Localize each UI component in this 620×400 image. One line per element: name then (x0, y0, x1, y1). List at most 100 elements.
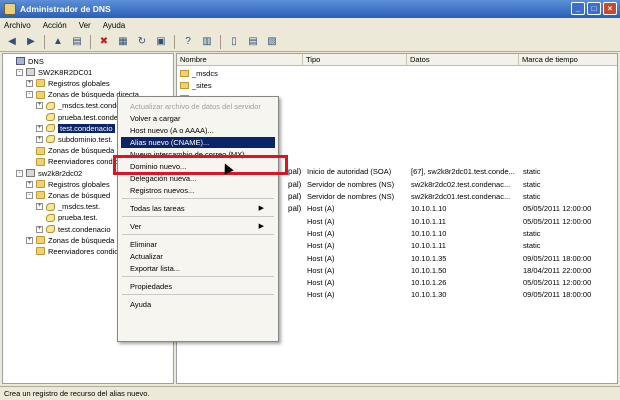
server-list-icon[interactable]: ▯ (226, 34, 242, 50)
menu-ayuda[interactable]: Ayuda (103, 21, 126, 30)
column-header-datos[interactable]: Datos (407, 54, 519, 66)
context-menu-item[interactable]: Exportar lista... (130, 263, 270, 274)
back-arrow-icon[interactable]: ◀ (4, 34, 20, 50)
list-row[interactable]: _sites (177, 80, 617, 91)
list-cell-time (523, 93, 617, 104)
context-menu-item[interactable]: Propiedades (130, 281, 270, 292)
folder-icon (36, 247, 45, 256)
close-button[interactable]: × (603, 2, 617, 15)
tree-node[interactable]: + Registros globales (26, 78, 110, 88)
properties-icon[interactable]: ▦ (115, 34, 131, 50)
export-list-icon[interactable]: ▣ (153, 34, 169, 50)
expand-icon[interactable]: + (36, 203, 43, 211)
zone-icon (46, 202, 55, 211)
list-cell-time: static (523, 166, 617, 177)
tree-node[interactable]: - SW2K8R2DC01 (16, 67, 92, 77)
list-cell-text: 09/05/2011 18:00:00 (523, 290, 592, 300)
collapse-icon[interactable]: - (16, 169, 23, 177)
up-folder-icon[interactable]: ▲ (50, 34, 66, 50)
context-menu-item[interactable]: Ayuda (130, 299, 270, 310)
tree-node[interactable]: DNS (6, 56, 44, 66)
expand-icon[interactable]: + (26, 236, 33, 244)
refresh-icon[interactable]: ↻ (134, 34, 150, 50)
folder-icon (36, 236, 45, 245)
toolbar-separator (174, 34, 175, 49)
dns-icon (16, 57, 25, 65)
collapse-icon[interactable]: - (26, 191, 33, 199)
expand-icon[interactable]: + (26, 180, 33, 188)
menu-archivo[interactable]: Archivo (4, 21, 31, 30)
tree-node-label: DNS (28, 56, 44, 66)
zone-icon (46, 124, 55, 133)
console-icon[interactable]: ▥ (199, 34, 215, 50)
list-cell-text: 10.10.1.26 (411, 278, 447, 288)
tree-node[interactable]: + test.condenacio (36, 224, 111, 234)
tree-node[interactable]: Reenviadores condic (26, 246, 118, 256)
expand-icon[interactable]: + (26, 79, 33, 87)
menu-separator (122, 198, 274, 199)
list-cell-data (411, 105, 519, 116)
tree-node[interactable]: - sw2k8r2dc02 (16, 168, 82, 178)
list-cell-data (411, 117, 519, 128)
tree-node[interactable]: Reenviadores condic (26, 157, 118, 167)
expand-icon[interactable]: + (36, 124, 43, 132)
forward-arrow-icon[interactable]: ▶ (23, 34, 39, 50)
help-icon[interactable]: ? (180, 34, 196, 50)
context-menu-item[interactable]: Ver ▶ (130, 221, 270, 232)
context-menu-item[interactable]: Dominio nuevo... (130, 161, 270, 172)
context-menu-item[interactable]: Registros nuevos... (130, 185, 270, 196)
list-cell-data: 10.10.1.11 (411, 216, 519, 227)
context-menu-item-label: Alias nuevo (CNAME)... (130, 138, 210, 147)
list-cell-data: 10.10.1.35 (411, 253, 519, 264)
filter-icon[interactable]: ▧ (264, 34, 280, 50)
list-cell-text: 18/04/2011 22:00:00 (523, 265, 592, 275)
expand-icon[interactable]: + (36, 102, 43, 110)
collapse-icon[interactable]: - (16, 68, 23, 76)
list-row[interactable]: _msdcs (177, 68, 617, 79)
window-title: Administrador de DNS (20, 4, 111, 14)
list-cell-text: sw2k8r2dc01.test.condenac... (411, 192, 511, 201)
delete-icon[interactable]: ✖ (96, 34, 112, 50)
tree-node[interactable]: + _msdcs.test. (36, 202, 100, 212)
maximize-button[interactable]: □ (587, 2, 601, 15)
collapse-icon[interactable]: - (26, 91, 33, 99)
context-menu-item[interactable]: Nuevo intercambio de correo (MX)... (130, 149, 270, 160)
list-cell-data (411, 68, 519, 79)
tree-node[interactable]: + Zonas de búsqueda (26, 235, 114, 245)
tree-node[interactable]: + Registros globales (26, 179, 110, 189)
minimize-button[interactable]: _ (571, 2, 585, 15)
tree-node[interactable]: + subdominio.test. (36, 134, 113, 144)
tree-node-label: Zonas de búsqueda (48, 146, 115, 156)
tree-node[interactable]: prueba.test. (36, 213, 98, 223)
show-hide-tree-icon[interactable]: ▤ (69, 34, 85, 50)
tree-node[interactable]: + test.condenacio (36, 123, 115, 133)
column-header-tipo[interactable]: Tipo (303, 54, 407, 66)
context-menu-item[interactable]: Actualizar (130, 251, 270, 262)
menu-accion[interactable]: Acción (43, 21, 67, 30)
context-menu-item[interactable]: Todas las tareas ▶ (130, 203, 270, 214)
expand-icon[interactable]: + (36, 135, 43, 143)
list-cell-type (307, 105, 407, 116)
list-cell-text: sw2k8r2dc02.test.condenac... (411, 179, 511, 189)
list-cell-text: 10.10.1.35 (411, 253, 447, 263)
list-cell-text: 10.10.1.11 (411, 216, 446, 226)
context-menu-item[interactable]: Eliminar (130, 239, 270, 250)
folder-icon (36, 191, 45, 200)
folder-icon (180, 82, 189, 90)
list-cell-text: 10.10.1.11 (411, 241, 446, 251)
tree-node[interactable]: - Zonas de búsqued (26, 190, 110, 200)
context-menu-item[interactable]: Delegación nueva... (130, 173, 270, 184)
context-menu-item[interactable]: Alias nuevo (CNAME)... (121, 137, 275, 148)
tree-node[interactable]: Zonas de búsqueda (26, 146, 114, 156)
list-cell-text: 10.10.1.50 (411, 265, 447, 275)
list-cell-text: 10.10.1.10 (411, 204, 447, 214)
menu-ver[interactable]: Ver (79, 21, 91, 30)
record-list-icon[interactable]: ▤ (245, 34, 261, 50)
context-menu-item[interactable]: Volver a cargar (130, 113, 270, 124)
tree-node-label: test.condenacio (58, 123, 115, 133)
context-menu-item[interactable]: Host nuevo (A o AAAA)... (130, 125, 270, 136)
column-header-marca-tiempo[interactable]: Marca de tiempo (519, 54, 617, 66)
column-header-nombre[interactable]: Nombre (177, 54, 303, 66)
expand-icon[interactable]: + (36, 225, 43, 233)
context-menu-item-label: Actualizar (130, 252, 163, 261)
